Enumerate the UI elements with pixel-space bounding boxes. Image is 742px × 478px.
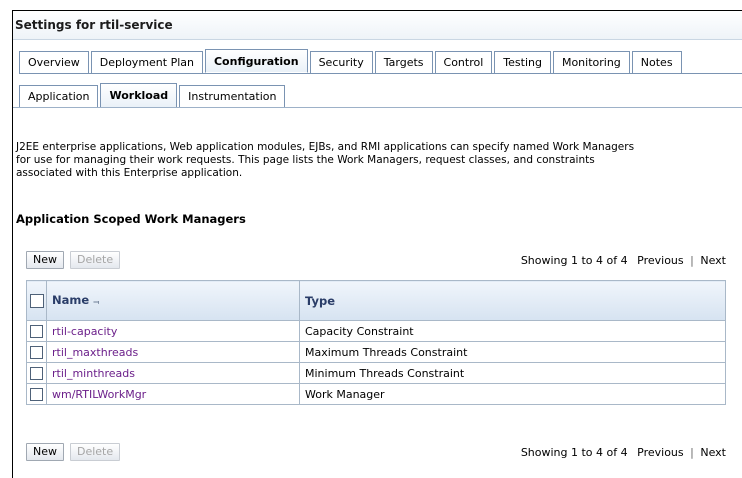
select-all-checkbox[interactable] [29, 293, 44, 308]
work-manager-link[interactable]: rtil_maxthreads [52, 346, 138, 359]
table-toolbar-top: New Delete Showing 1 to 4 of 4 Previous … [26, 249, 726, 271]
tab-testing[interactable]: Testing [494, 51, 551, 73]
section-title: Application Scoped Work Managers [16, 212, 246, 226]
work-managers-table: Name ⫬ Type rtil-capacity Capacity Constr… [26, 280, 726, 405]
previous-link[interactable]: Previous [637, 254, 684, 267]
pagination: Showing 1 to 4 of 4 Previous | Next [521, 446, 726, 459]
tab-deployment-plan[interactable]: Deployment Plan [90, 51, 203, 73]
tab-targets[interactable]: Targets [374, 51, 433, 73]
column-type-label: Type [305, 293, 336, 308]
type-cell: Work Manager [299, 383, 726, 405]
table-row: rtil_maxthreads Maximum Threads Constrai… [26, 341, 726, 363]
name-cell: rtil_minthreads [46, 362, 300, 384]
new-button[interactable]: New [26, 251, 64, 269]
type-cell: Minimum Threads Constraint [299, 362, 726, 384]
row-checkbox[interactable] [30, 345, 43, 359]
tab-monitoring[interactable]: Monitoring [552, 51, 630, 73]
subtab-instrumentation[interactable]: Instrumentation [179, 85, 286, 107]
table-toolbar-bottom: New Delete Showing 1 to 4 of 4 Previous … [26, 441, 726, 463]
delete-button[interactable]: Delete [70, 443, 121, 461]
secondary-tab-bar: Application Workload Instrumentation [13, 83, 742, 108]
description-line: associated with this Enterprise applicat… [16, 167, 243, 179]
page-description: J2EE enterprise applications, Web applic… [16, 141, 716, 180]
type-cell: Capacity Constraint [299, 320, 726, 342]
description-line: for use for managing their work requests… [16, 154, 595, 166]
table-row: rtil-capacity Capacity Constraint [26, 320, 726, 342]
row-checkbox[interactable] [30, 366, 43, 380]
type-cell: Maximum Threads Constraint [299, 341, 726, 363]
description-line: J2EE enterprise applications, Web applic… [16, 141, 635, 153]
sort-ascending-icon[interactable]: ⫬ [93, 294, 99, 308]
paging-separator: | [690, 445, 694, 459]
work-manager-link[interactable]: wm/RTILWorkMgr [52, 388, 146, 401]
column-header-name[interactable]: Name ⫬ [46, 280, 300, 321]
row-checkbox[interactable] [30, 387, 43, 401]
table-row: rtil_minthreads Minimum Threads Constrai… [26, 362, 726, 384]
subtab-application[interactable]: Application [19, 85, 99, 107]
page-title: Settings for rtil-service [13, 11, 742, 40]
row-select-cell [26, 341, 47, 363]
delete-button[interactable]: Delete [70, 251, 121, 269]
primary-tab-bar: Overview Deployment Plan Configuration S… [19, 49, 742, 74]
subtab-workload[interactable]: Workload [100, 83, 178, 107]
tab-notes[interactable]: Notes [631, 51, 682, 73]
column-name-label: Name [52, 293, 90, 307]
table-header-row: Name ⫬ Type [26, 280, 726, 321]
column-header-type[interactable]: Type [299, 280, 726, 321]
next-link[interactable]: Next [700, 254, 726, 267]
tab-overview[interactable]: Overview [19, 51, 89, 73]
next-link[interactable]: Next [700, 446, 726, 459]
paging-separator: | [690, 253, 694, 267]
settings-panel: Settings for rtil-service Overview Deplo… [12, 10, 742, 478]
row-select-cell [26, 320, 47, 342]
name-cell: rtil-capacity [46, 320, 300, 342]
paging-summary: Showing 1 to 4 of 4 [520, 445, 628, 459]
row-checkbox[interactable] [30, 324, 43, 338]
select-all-cell [26, 280, 47, 321]
work-manager-link[interactable]: rtil_minthreads [52, 367, 135, 380]
row-select-cell [26, 362, 47, 384]
new-button[interactable]: New [26, 443, 64, 461]
tab-security[interactable]: Security [309, 51, 373, 73]
table-row: wm/RTILWorkMgr Work Manager [26, 383, 726, 405]
name-cell: rtil_maxthreads [46, 341, 300, 363]
row-select-cell [26, 383, 47, 405]
tab-configuration[interactable]: Configuration [204, 49, 308, 73]
pagination: Showing 1 to 4 of 4 Previous | Next [521, 254, 726, 267]
previous-link[interactable]: Previous [637, 446, 684, 459]
paging-summary: Showing 1 to 4 of 4 [520, 253, 628, 267]
tab-control[interactable]: Control [434, 51, 493, 73]
name-cell: wm/RTILWorkMgr [46, 383, 300, 405]
work-manager-link[interactable]: rtil-capacity [52, 325, 117, 338]
